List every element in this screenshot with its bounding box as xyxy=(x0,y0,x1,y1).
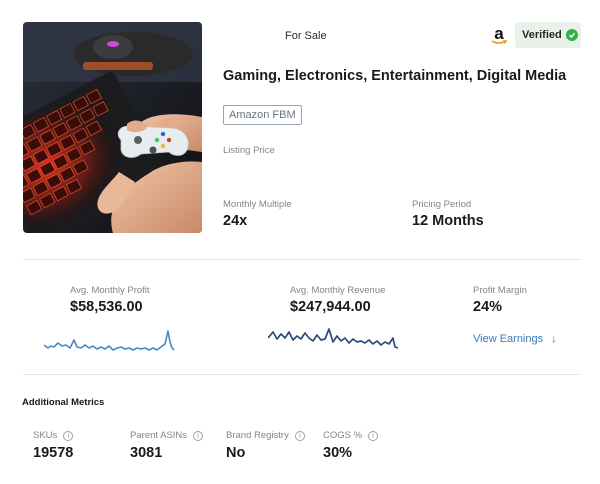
info-icon[interactable]: i xyxy=(294,431,305,441)
brand-registry-label: Brand Registry i xyxy=(226,430,305,441)
avg-profit-value: $58,536.00 xyxy=(70,299,143,315)
additional-metrics-title: Additional Metrics xyxy=(22,397,105,408)
view-earnings-link[interactable]: View Earnings ↓ xyxy=(473,333,557,345)
divider xyxy=(23,259,580,260)
avg-profit-label: Avg. Monthly Profit xyxy=(70,285,150,296)
view-earnings-label: View Earnings xyxy=(473,333,544,345)
info-icon[interactable]: i xyxy=(63,431,74,441)
arrow-down-icon: ↓ xyxy=(551,333,557,345)
channel-tag: Amazon FBM xyxy=(223,105,302,125)
listing-image xyxy=(23,22,202,233)
pricing-period-label: Pricing Period xyxy=(412,199,472,210)
amazon-logo-icon: a xyxy=(490,25,508,44)
monthly-multiple-label: Monthly Multiple xyxy=(223,199,292,210)
parent-asins-label: Parent ASINs i xyxy=(130,430,204,441)
cogs-label: COGS % i xyxy=(323,430,379,441)
info-icon[interactable]: i xyxy=(193,431,204,441)
profit-sparkline xyxy=(44,330,175,351)
verified-label: Verified xyxy=(522,29,562,41)
skus-label: SKUs i xyxy=(33,430,74,441)
revenue-sparkline xyxy=(268,328,399,349)
avg-revenue-label: Avg. Monthly Revenue xyxy=(290,285,386,296)
check-circle-icon xyxy=(565,29,578,41)
verified-badge: Verified xyxy=(515,22,581,48)
avg-revenue-value: $247,944.00 xyxy=(290,299,371,315)
profit-margin-label: Profit Margin xyxy=(473,285,527,296)
listing-title: Gaming, Electronics, Entertainment, Digi… xyxy=(223,68,567,84)
listing-price-label: Listing Price xyxy=(223,145,275,156)
skus-value: 19578 xyxy=(33,445,74,461)
listing-status: For Sale xyxy=(285,30,327,42)
divider xyxy=(23,374,580,375)
cogs-value: 30% xyxy=(323,445,353,461)
profit-margin-value: 24% xyxy=(473,299,503,315)
info-icon[interactable]: i xyxy=(368,431,379,441)
monthly-multiple-value: 24x xyxy=(223,213,248,229)
parent-asins-value: 3081 xyxy=(130,445,163,461)
brand-registry-value: No xyxy=(226,445,246,461)
pricing-period-value: 12 Months xyxy=(412,213,484,229)
gaming-keyboard-photo xyxy=(23,22,202,233)
